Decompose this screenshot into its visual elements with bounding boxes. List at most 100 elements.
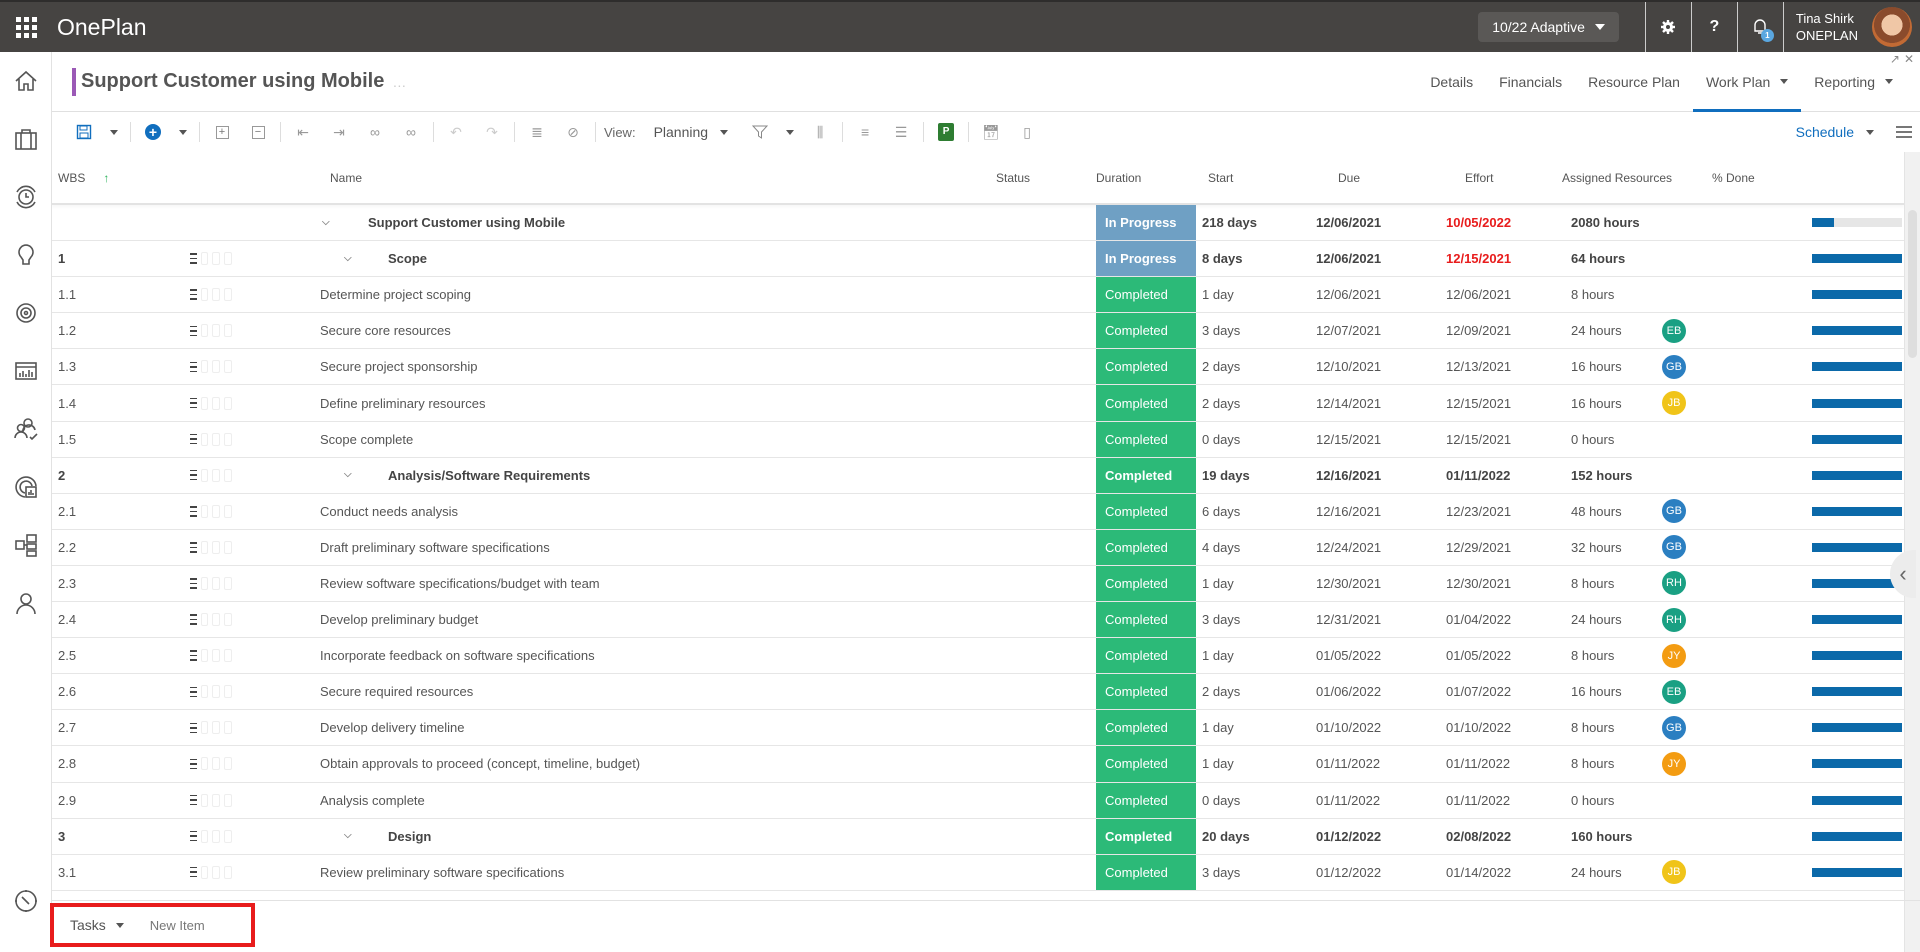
notes-icon[interactable]: [200, 576, 209, 590]
due-cell[interactable]: 01/04/2022: [1432, 612, 1562, 627]
sidebar-item-analytics[interactable]: [0, 458, 52, 516]
comments-icon[interactable]: [212, 829, 221, 843]
column-header-pct-done[interactable]: % Done: [1712, 171, 1832, 185]
name-cell[interactable]: Review software specifications/budget wi…: [232, 576, 1096, 591]
start-cell[interactable]: 12/10/2021: [1302, 359, 1432, 374]
comments-icon[interactable]: [212, 793, 221, 807]
indent-button[interactable]: ⇥: [321, 117, 357, 147]
resources-cell[interactable]: GB: [1662, 715, 1812, 740]
notes-icon[interactable]: [200, 360, 209, 374]
effort-cell[interactable]: 32 hours: [1562, 540, 1662, 555]
status-badge[interactable]: Completed: [1096, 493, 1196, 529]
resource-avatar[interactable]: JB: [1662, 860, 1686, 885]
task-row[interactable]: 2.7 Develop delivery timeline Completed 1 d…: [52, 710, 1904, 747]
duration-cell[interactable]: 3 days: [1196, 323, 1302, 338]
due-cell[interactable]: 01/11/2022: [1432, 756, 1562, 771]
duration-cell[interactable]: 3 days: [1196, 865, 1302, 880]
task-row[interactable]: 3.1 Review preliminary software specifica…: [52, 854, 1904, 891]
board-icon[interactable]: [224, 685, 233, 699]
effort-cell[interactable]: 16 hours: [1562, 359, 1662, 374]
notes-icon[interactable]: [200, 829, 209, 843]
due-cell[interactable]: 12/30/2021: [1432, 576, 1562, 591]
status-badge[interactable]: Completed: [1096, 602, 1196, 638]
checklist-button[interactable]: ⊘: [555, 117, 591, 147]
name-cell[interactable]: ⌵ Analysis/Software Requirements: [232, 468, 1096, 483]
task-row[interactable]: 2.3 Review software specifications/budget…: [52, 565, 1904, 603]
task-row[interactable]: 2.8 Obtain approvals to proceed (concept,…: [52, 746, 1904, 783]
calendar-button[interactable]: 📅︎: [973, 117, 1009, 147]
task-row[interactable]: 1.3 Secure project sponsorship Completed 2 …: [52, 349, 1904, 386]
columns-button[interactable]: ⫼: [802, 117, 838, 147]
status-badge[interactable]: Completed: [1096, 674, 1196, 710]
due-cell[interactable]: 01/11/2022: [1432, 468, 1562, 483]
status-badge[interactable]: Completed: [1096, 854, 1196, 890]
resource-avatar[interactable]: GB: [1662, 354, 1686, 379]
start-cell[interactable]: 12/07/2021: [1302, 323, 1432, 338]
task-row[interactable]: 1.5 Scope complete Completed 0 days 12/15/20…: [52, 421, 1904, 458]
save-button[interactable]: [66, 117, 102, 147]
row-menu-icon[interactable]: [190, 250, 197, 267]
due-cell[interactable]: 12/23/2021: [1432, 504, 1562, 519]
column-header-wbs[interactable]: WBS ↑: [52, 171, 232, 185]
summary-task-row[interactable]: 3 ⌵ Design Completed 20 days 01/12/2022 02/08/…: [52, 818, 1904, 855]
tab-details[interactable]: Details: [1417, 52, 1486, 111]
comments-icon[interactable]: [212, 324, 221, 338]
notifications-button[interactable]: 1: [1736, 2, 1783, 52]
name-cell[interactable]: Draft preliminary software specification…: [232, 540, 1096, 555]
scrollbar-thumb[interactable]: [1908, 210, 1917, 358]
notes-icon[interactable]: [200, 685, 209, 699]
comments-icon[interactable]: [212, 757, 221, 771]
row-menu-icon[interactable]: [190, 539, 197, 556]
board-icon[interactable]: [224, 793, 233, 807]
resources-cell[interactable]: GB: [1662, 499, 1812, 524]
start-cell[interactable]: 01/05/2022: [1302, 648, 1432, 663]
duration-cell[interactable]: 1 day: [1196, 720, 1302, 735]
duration-cell[interactable]: 20 days: [1196, 829, 1302, 844]
column-header-resources[interactable]: Assigned Resources: [1562, 171, 1712, 185]
duration-cell[interactable]: 0 days: [1196, 432, 1302, 447]
board-icon[interactable]: [224, 468, 233, 482]
start-cell[interactable]: 12/15/2021: [1302, 432, 1432, 447]
row-menu-icon[interactable]: [190, 575, 197, 592]
start-cell[interactable]: 01/11/2022: [1302, 756, 1432, 771]
status-badge[interactable]: Completed: [1096, 277, 1196, 313]
undo-button[interactable]: ↶: [438, 117, 474, 147]
due-cell[interactable]: 01/10/2022: [1432, 720, 1562, 735]
ms-project-button[interactable]: P: [928, 117, 964, 147]
name-cell[interactable]: Secure core resources: [232, 323, 1096, 338]
filter-button[interactable]: [742, 117, 778, 147]
board-icon[interactable]: [224, 360, 233, 374]
effort-cell[interactable]: 8 hours: [1562, 576, 1662, 591]
task-row[interactable]: 2.2 Draft preliminary software specificat…: [52, 529, 1904, 566]
status-badge[interactable]: Completed: [1096, 313, 1196, 349]
due-cell[interactable]: 12/15/2021: [1432, 251, 1562, 266]
due-cell[interactable]: 01/05/2022: [1432, 648, 1562, 663]
sidebar-item-org[interactable]: [0, 516, 52, 574]
resources-cell[interactable]: EB: [1662, 679, 1812, 704]
status-badge[interactable]: In Progress: [1096, 241, 1196, 277]
view-selector[interactable]: Planning: [654, 124, 729, 140]
add-task-button[interactable]: +: [135, 117, 171, 147]
resource-avatar[interactable]: JB: [1662, 391, 1686, 416]
row-menu-icon[interactable]: [190, 395, 197, 412]
board-icon[interactable]: [224, 757, 233, 771]
board-icon[interactable]: [224, 252, 233, 266]
due-cell[interactable]: 01/07/2022: [1432, 684, 1562, 699]
notes-icon[interactable]: [200, 649, 209, 663]
tab-financials[interactable]: Financials: [1486, 52, 1575, 111]
duration-cell[interactable]: 1 day: [1196, 287, 1302, 302]
task-row[interactable]: 2.6 Secure required resources Completed 2 d…: [52, 674, 1904, 711]
board-icon[interactable]: [224, 324, 233, 338]
resources-cell[interactable]: JB: [1662, 860, 1812, 885]
summary-task-row[interactable]: 2 ⌵ Analysis/Software Requirements Complete…: [52, 457, 1904, 494]
start-cell[interactable]: 12/31/2021: [1302, 612, 1432, 627]
comments-icon[interactable]: [212, 396, 221, 410]
start-cell[interactable]: 01/12/2022: [1302, 829, 1432, 844]
start-cell[interactable]: 01/12/2022: [1302, 865, 1432, 880]
due-cell[interactable]: 02/08/2022: [1432, 829, 1562, 844]
due-cell[interactable]: 01/11/2022: [1432, 793, 1562, 808]
outdent-button[interactable]: ⇤: [285, 117, 321, 147]
resources-cell[interactable]: RH: [1662, 607, 1812, 632]
resource-avatar[interactable]: EB: [1662, 679, 1686, 704]
resources-cell[interactable]: RH: [1662, 571, 1812, 596]
